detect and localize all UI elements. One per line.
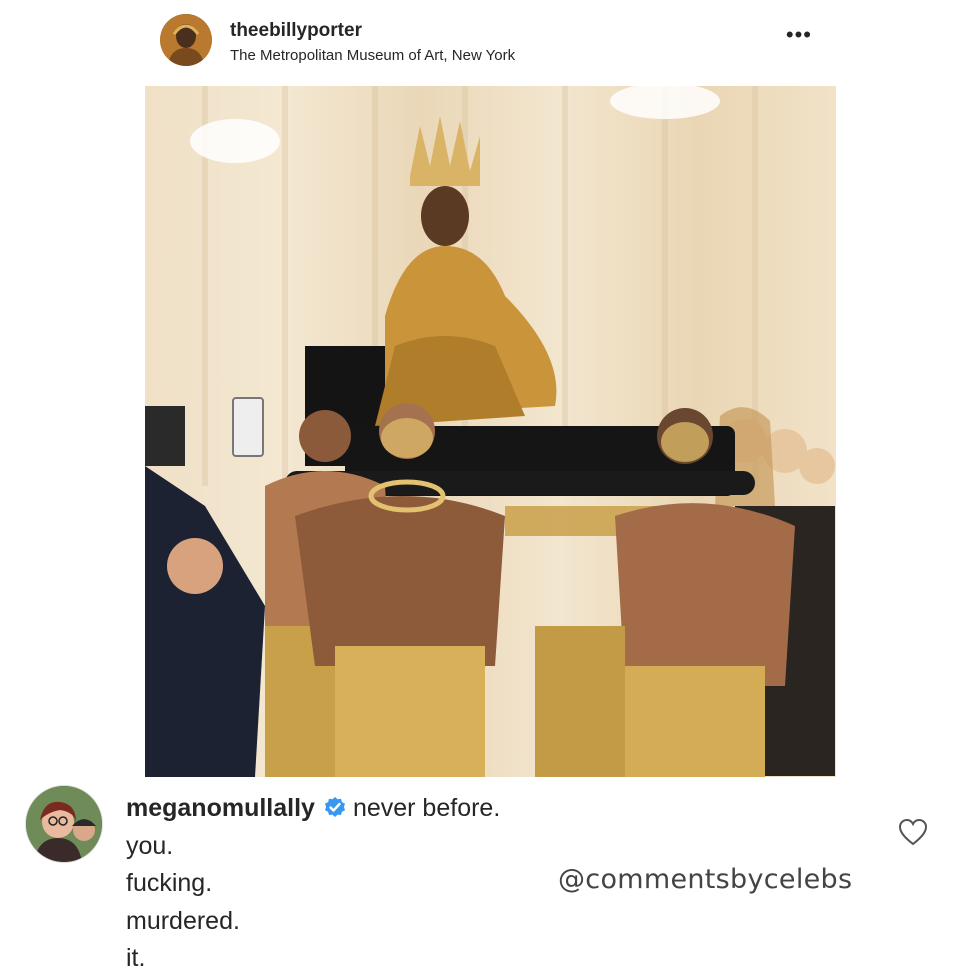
post-location[interactable]: The Metropolitan Museum of Art, New York xyxy=(230,47,515,64)
post-header: theebillyporter The Metropolitan Museum … xyxy=(160,14,820,70)
comment: meganomullally never before. you. fucking… xyxy=(26,786,966,976)
post-photo-illustration xyxy=(145,86,835,777)
commenter-avatar[interactable] xyxy=(26,786,102,862)
comment-text-line: fucking. xyxy=(126,869,213,897)
comment-text-line: never before. xyxy=(352,794,501,822)
author-username[interactable]: theebillyporter xyxy=(230,20,362,42)
comment-text-line: you. xyxy=(126,831,174,860)
post-photo[interactable] xyxy=(145,86,836,777)
commenter-username[interactable]: meganomullally xyxy=(126,794,315,822)
verified-badge-icon xyxy=(323,793,347,817)
watermark: @commentsbycelebs xyxy=(558,864,853,895)
ellipsis-icon[interactable]: ••• xyxy=(786,22,812,48)
comment-text-line: it. xyxy=(126,944,146,972)
comment-body: meganomullally never before. you. fucking… xyxy=(126,790,500,978)
comment-text-line: murdered. xyxy=(126,906,240,935)
comment-line-1: meganomullally never before. xyxy=(126,790,500,828)
author-avatar[interactable] xyxy=(160,14,212,66)
heart-outline-icon[interactable] xyxy=(898,818,928,846)
